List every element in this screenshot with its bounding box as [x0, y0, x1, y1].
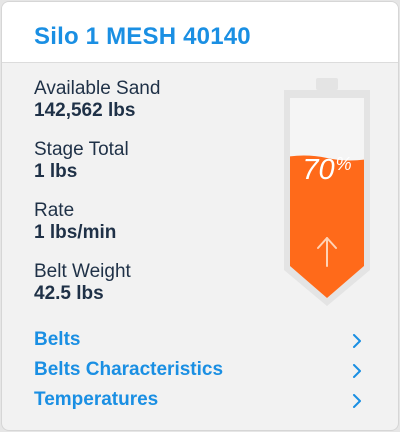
gauge-cap	[316, 78, 338, 90]
gauge-graphic	[284, 78, 370, 306]
percent-sign: %	[335, 154, 352, 174]
link-belts[interactable]: Belts	[34, 329, 366, 355]
metric-label: Stage Total	[34, 139, 129, 160]
metric-stage-total: Stage Total 1 lbs	[34, 139, 129, 183]
metric-belt-weight: Belt Weight 42.5 lbs	[34, 261, 131, 305]
percent-value: 70	[302, 154, 335, 186]
metric-value: 1 lbs/min	[34, 222, 117, 243]
card-header: Silo 1 MESH 40140	[2, 2, 398, 63]
link-label: Belts	[34, 329, 81, 350]
link-belts-characteristics[interactable]: Belts Characteristics	[34, 359, 366, 385]
metric-value: 42.5 lbs	[34, 283, 104, 304]
silo-title: Silo 1 MESH 40140	[34, 23, 251, 50]
silo-card: Silo 1 MESH 40140 Available Sand 142,562…	[1, 1, 399, 431]
metric-available-sand: Available Sand 142,562 lbs	[34, 78, 160, 122]
metric-label: Available Sand	[34, 78, 161, 99]
link-label: Belts Characteristics	[34, 359, 224, 380]
chevron-right-icon	[353, 394, 361, 408]
chevron-right-icon	[353, 364, 361, 378]
fill-percentage: 70%	[280, 154, 374, 187]
chevron-right-icon	[353, 334, 361, 348]
link-temperatures[interactable]: Temperatures	[34, 389, 366, 415]
metric-label: Belt Weight	[34, 261, 131, 282]
metric-value: 142,562 lbs	[34, 100, 136, 121]
sand-level-gauge: 70%	[280, 76, 374, 306]
metric-rate: Rate 1 lbs/min	[34, 200, 116, 244]
metric-value: 1 lbs	[34, 161, 78, 182]
link-label: Temperatures	[34, 389, 159, 410]
metric-label: Rate	[34, 200, 75, 221]
